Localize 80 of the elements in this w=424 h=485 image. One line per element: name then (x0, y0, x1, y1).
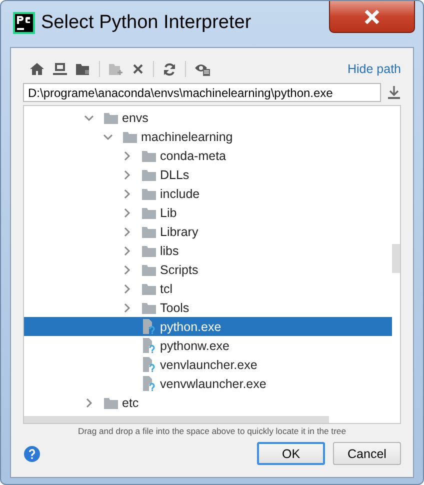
horizontal-scrollbar[interactable] (24, 416, 329, 423)
unknown-file-icon (142, 338, 156, 353)
chevron-icon[interactable] (122, 170, 132, 180)
folder-icon (104, 396, 118, 408)
tree-item-label: libs (160, 244, 179, 258)
unknown-file-icon (142, 357, 156, 372)
close-icon (364, 10, 380, 24)
tree-item[interactable]: Tools (24, 298, 392, 317)
tree-item-label: venvwlauncher.exe (160, 376, 266, 390)
eye-icon[interactable] (195, 62, 210, 76)
delete-icon[interactable] (132, 63, 144, 75)
unknown-file-icon (142, 376, 156, 391)
chevron-icon[interactable] (122, 264, 132, 274)
chevron-icon[interactable] (84, 112, 94, 122)
tree-item-label: Tools (160, 300, 190, 314)
tree-item-label: DLLs (160, 168, 190, 182)
tree-item[interactable]: conda-meta (24, 146, 392, 165)
home-icon[interactable] (30, 63, 44, 75)
folder-icon (142, 226, 156, 238)
unknown-file-icon (142, 319, 156, 334)
tree-item-label: python.exe (160, 320, 222, 334)
help-icon[interactable] (24, 446, 40, 462)
tree-item-label: Lib (160, 206, 177, 220)
tree-item[interactable]: pythonw.exe (24, 336, 392, 355)
folder-icon (142, 168, 156, 180)
tree-item-label: machinelearning (141, 130, 233, 144)
ok-button[interactable]: OK (257, 442, 325, 465)
chevron-icon[interactable] (122, 188, 132, 198)
tree-item[interactable]: libs (24, 241, 392, 260)
tree-item[interactable]: Library (24, 222, 392, 241)
hint-text: Drag and drop a file into the space above to quickly locate it in the tree (76, 426, 347, 436)
chevron-icon[interactable] (122, 226, 132, 236)
tree-item-label: pythonw.exe (160, 338, 230, 352)
tree-item[interactable]: DLLs (24, 165, 392, 184)
download-icon[interactable] (388, 86, 400, 99)
tree-item-label: tcl (160, 282, 172, 296)
folder-icon (142, 244, 156, 256)
path-field[interactable]: D:\programe\anaconda\envs\machinelearning\python.exe (23, 83, 381, 102)
hide-path-link[interactable]: Hide path (347, 62, 401, 76)
tree-item[interactable]: python.exe (24, 317, 392, 336)
tree-item[interactable]: include (24, 184, 392, 203)
tree-item-label: etc (122, 396, 139, 410)
tree-item-label: Library (160, 224, 198, 238)
tree-item-label: venvlauncher.exe (160, 358, 258, 372)
tree-item[interactable]: tcl (24, 279, 392, 298)
folder-icon (104, 112, 118, 124)
chevron-icon[interactable] (122, 302, 132, 312)
chevron-icon[interactable] (122, 284, 132, 294)
folder-icon[interactable] (76, 63, 90, 75)
tree-item[interactable]: venvwlauncher.exe (24, 374, 392, 393)
folder-icon (123, 130, 137, 142)
tree-item[interactable]: envs (24, 108, 392, 127)
folder-icon (142, 264, 156, 276)
tree-item-label: Scripts (160, 262, 198, 276)
cancel-button[interactable]: Cancel (333, 442, 401, 465)
chevron-icon[interactable] (103, 132, 113, 142)
tree-item-label: conda-meta (160, 148, 226, 162)
chevron-icon[interactable] (122, 150, 132, 160)
chevron-icon[interactable] (122, 208, 132, 218)
folder-icon (142, 188, 156, 200)
tree-item[interactable]: venvlauncher.exe (24, 355, 392, 374)
folder-icon (142, 282, 156, 294)
vertical-scrollbar[interactable] (392, 244, 400, 273)
app-logo-icon (13, 12, 35, 34)
tree-item[interactable]: etc (24, 393, 392, 412)
tree-item-label: envs (122, 110, 148, 124)
computer-icon[interactable] (53, 63, 67, 75)
window-title: Select Python Interpreter (41, 12, 252, 34)
tree-item[interactable]: machinelearning (24, 127, 392, 146)
tree-item-label: include (160, 186, 200, 200)
close-button[interactable] (329, 1, 415, 33)
chevron-icon[interactable] (84, 398, 94, 408)
refresh-icon[interactable] (163, 62, 176, 76)
folder-icon (142, 302, 156, 314)
new-folder-icon[interactable] (109, 63, 123, 75)
tree-item[interactable]: Lib (24, 203, 392, 222)
folder-icon (142, 206, 156, 218)
tree-item[interactable]: Scripts (24, 260, 392, 279)
chevron-icon[interactable] (122, 246, 132, 256)
folder-icon (142, 150, 156, 162)
